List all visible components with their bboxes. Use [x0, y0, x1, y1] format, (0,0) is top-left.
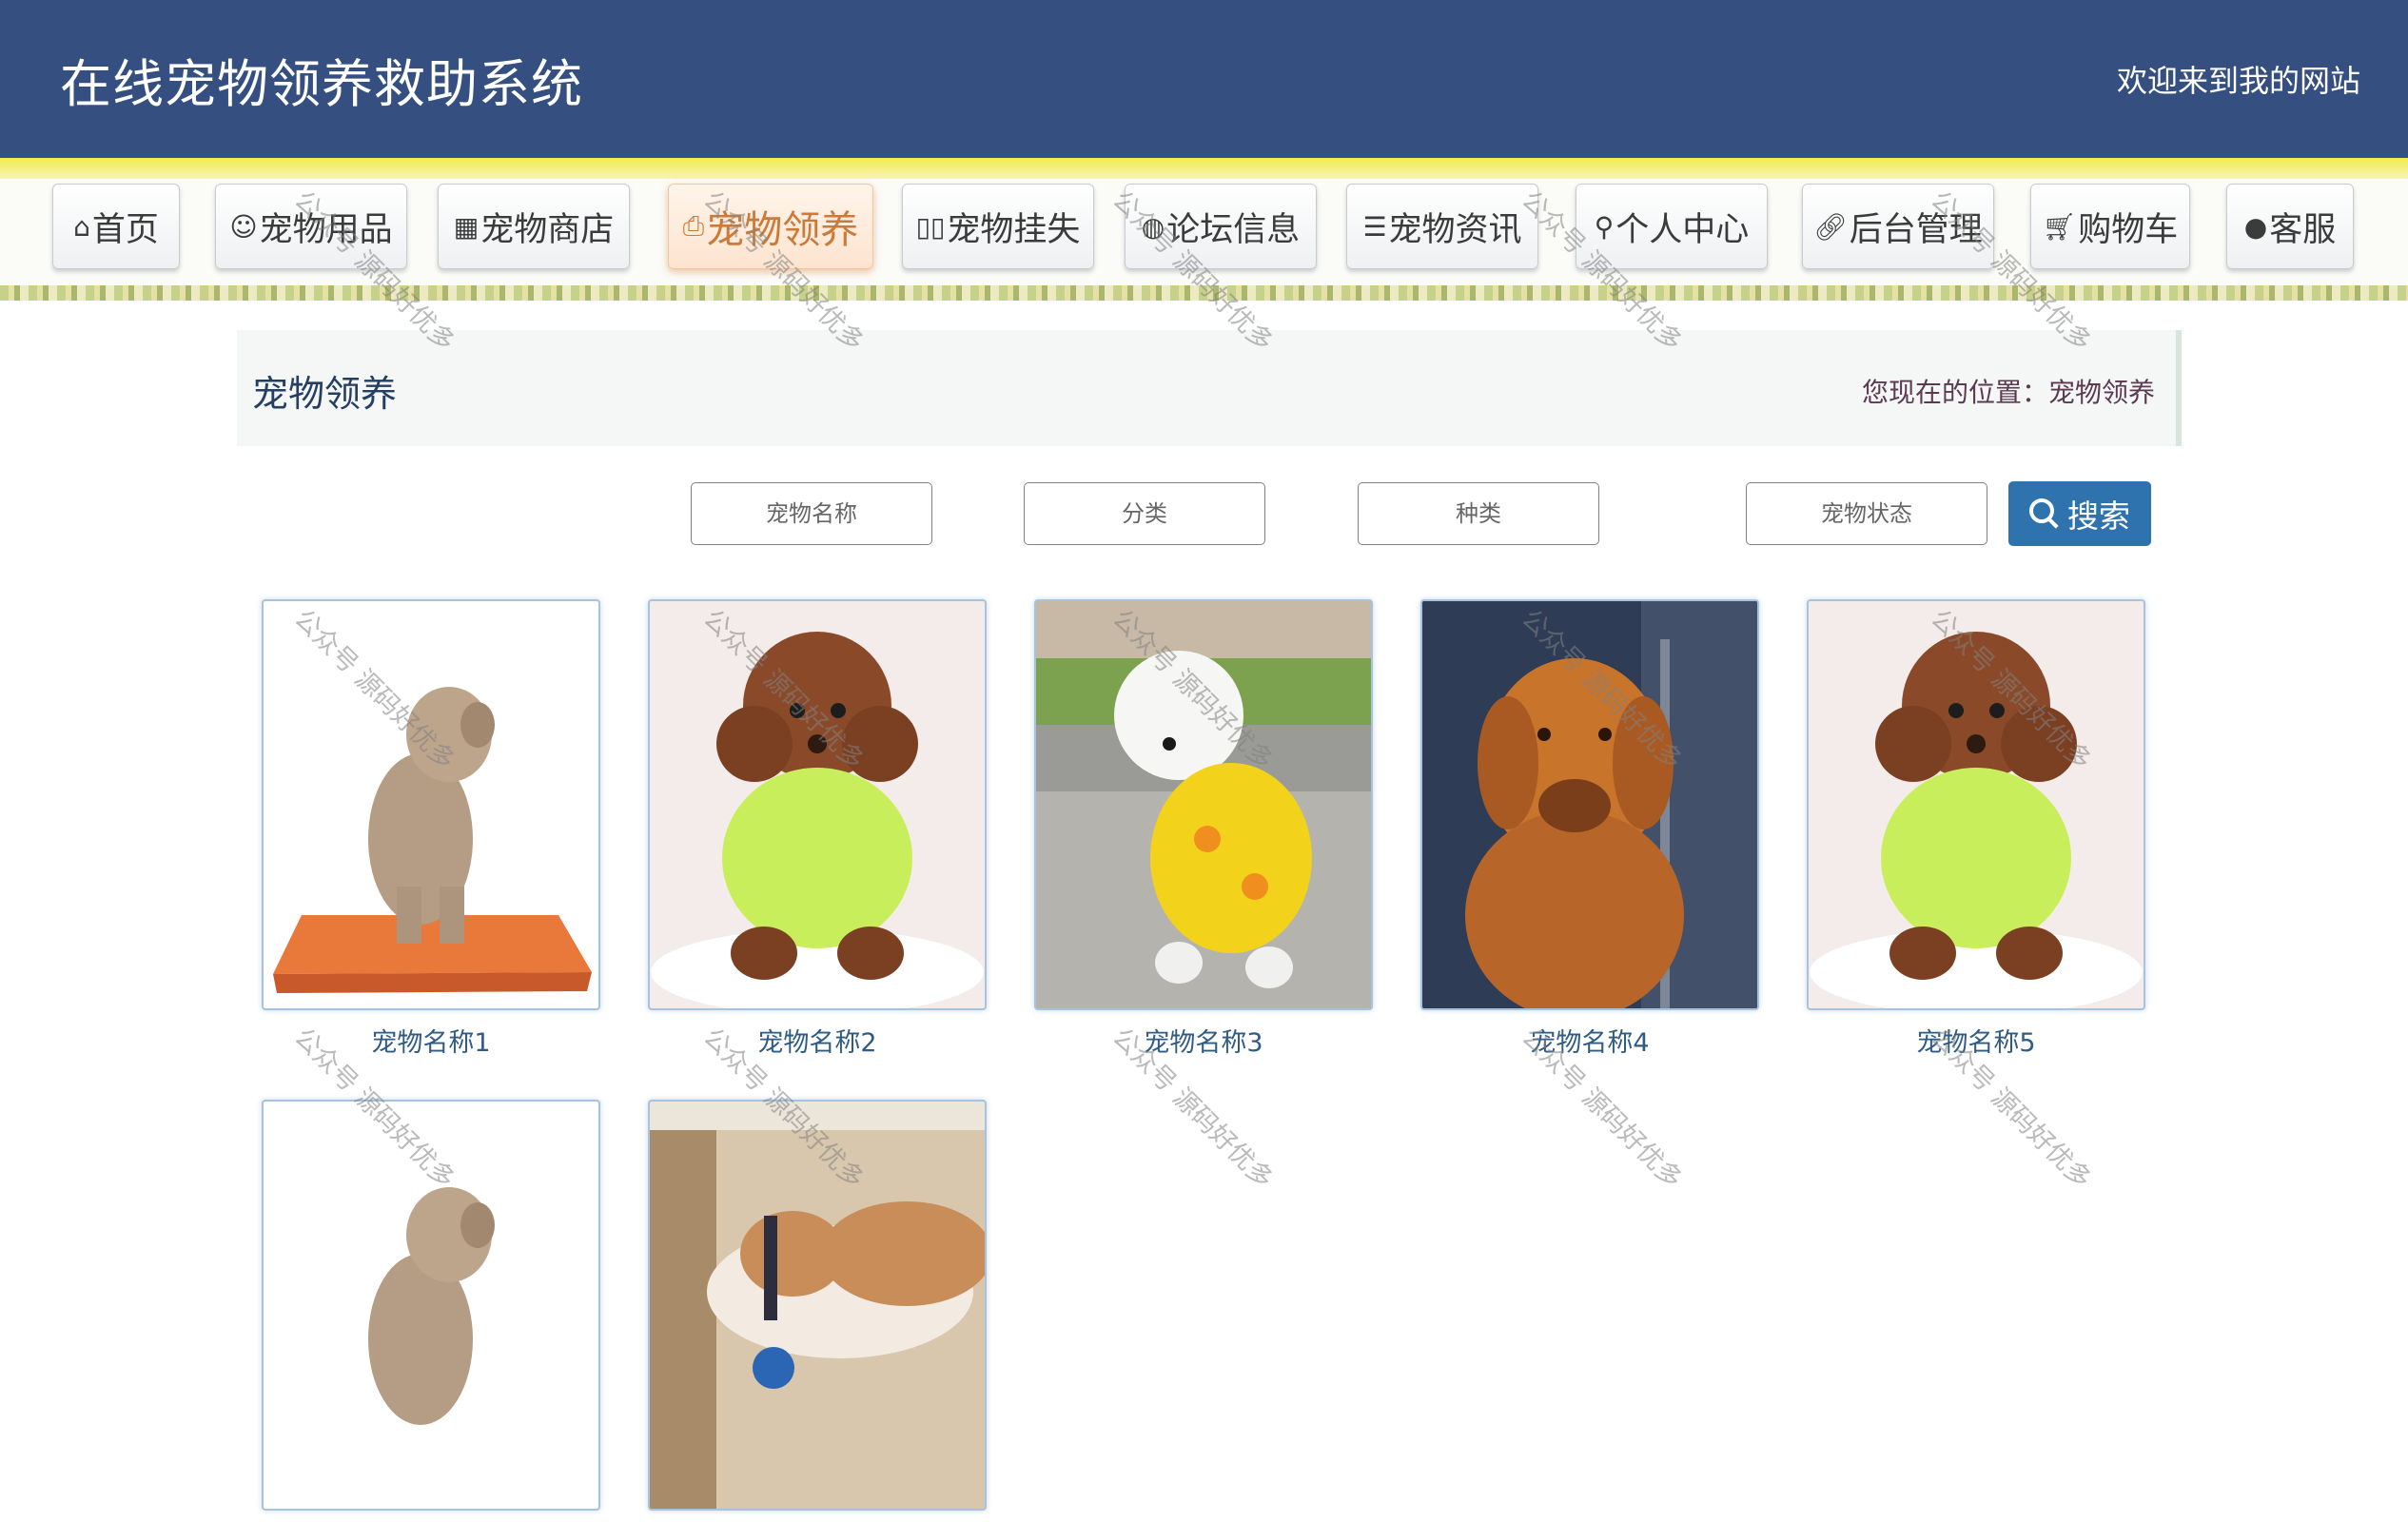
nav-label: 宠物挂失 [947, 210, 1081, 249]
pet-card[interactable]: 宠物名称4 [1420, 599, 1759, 1059]
sliders-icon: ☰ [1362, 210, 1387, 243]
nav-label: 个人中心 [1615, 210, 1750, 249]
chat-icon: ◍ [1141, 210, 1165, 243]
pet-name[interactable]: 宠物名称1 [262, 1022, 600, 1059]
pet-status-search-input[interactable] [1746, 482, 1987, 545]
smile-icon: ☺ [229, 210, 258, 243]
nav-item-pet-supplies[interactable]: ☺ 宠物用品 [215, 184, 407, 269]
site-title[interactable]: 在线宠物领养救助系统 [60, 42, 583, 117]
pet-name[interactable]: 宠物名称4 [1420, 1022, 1759, 1059]
nav-label: 宠物商店 [480, 210, 615, 249]
page-title-bar: 宠物领养 您现在的位置：宠物领养 [237, 330, 2182, 446]
breadcrumb: 您现在的位置：宠物领养 [1861, 377, 2155, 408]
header-accent-strip [0, 158, 2408, 179]
welcome-text: 欢迎来到我的网站 [2116, 63, 2360, 99]
nav-item-pet-adoption[interactable]: ⎙ 宠物领养 [668, 184, 873, 269]
search-icon [2029, 498, 2054, 523]
nav-item-cart[interactable]: 🛒︎ 购物车 [2030, 184, 2190, 269]
page-title: 宠物领养 [252, 373, 398, 415]
pet-name[interactable]: 宠物名称2 [648, 1022, 987, 1059]
nav-label: 购物车 [2078, 210, 2179, 249]
category-search-input[interactable] [1024, 482, 1265, 545]
pet-card[interactable]: 宠物名称2 [648, 599, 987, 1059]
nav-item-home[interactable]: ⌂ 首页 [52, 184, 180, 269]
nav-label: 首页 [91, 210, 159, 249]
home-icon: ⌂ [73, 210, 90, 243]
pet-photo[interactable] [1807, 599, 2145, 1010]
nav-item-customer-service[interactable]: ● 客服 [2226, 184, 2354, 269]
grid-icon: ▦ [453, 210, 480, 243]
pet-photo[interactable] [262, 599, 600, 1010]
pet-name-search-input[interactable] [691, 482, 932, 545]
pet-card[interactable] [648, 1100, 987, 1522]
pet-card[interactable]: 宠物名称5 [1807, 599, 2145, 1059]
top-header: 在线宠物领养救助系统 欢迎来到我的网站 [0, 0, 2408, 158]
pet-photo[interactable] [648, 1100, 987, 1511]
printer-icon: ⎙ [682, 210, 705, 242]
pet-photo[interactable] [648, 599, 987, 1010]
user-icon: ⚲ [1594, 210, 1615, 243]
columns-icon: ▯▯ [915, 210, 946, 243]
nav-label: 客服 [2269, 210, 2337, 249]
nav-label: 论坛信息 [1166, 210, 1301, 249]
breed-search-input[interactable] [1358, 482, 1599, 545]
pet-name[interactable]: 宠物名称3 [1034, 1022, 1373, 1059]
nav-item-lost-pets[interactable]: ▯▯ 宠物挂失 [902, 184, 1094, 269]
wechat-icon: ● [2243, 210, 2268, 243]
pet-photo[interactable] [1034, 599, 1373, 1010]
nav-label: 宠物领养 [706, 208, 859, 252]
pet-card[interactable] [262, 1100, 600, 1522]
nav-item-pet-shop[interactable]: ▦ 宠物商店 [438, 184, 630, 269]
nav-label: 后台管理 [1849, 210, 1983, 249]
search-button[interactable]: 搜索 [2008, 481, 2151, 546]
pet-card[interactable]: 宠物名称1 [262, 599, 600, 1059]
nav-item-pet-news[interactable]: ☰ 宠物资讯 [1346, 184, 1538, 269]
cart-icon: 🛒︎ [2042, 210, 2077, 243]
link-icon: 🔗︎ [1813, 210, 1848, 243]
nav-item-forum[interactable]: ◍ 论坛信息 [1125, 184, 1317, 269]
nav-item-user-center[interactable]: ⚲ 个人中心 [1576, 184, 1768, 269]
nav-label: 宠物资讯 [1388, 210, 1522, 249]
pet-photo[interactable] [1420, 599, 1759, 1010]
nav-item-admin[interactable]: 🔗︎ 后台管理 [1802, 184, 1994, 269]
pet-card[interactable]: 宠物名称3 [1034, 599, 1373, 1059]
nav-label: 宠物用品 [259, 210, 393, 249]
pet-name[interactable]: 宠物名称5 [1807, 1022, 2145, 1059]
search-button-label: 搜索 [2067, 498, 2130, 535]
grass-decoration [0, 285, 2408, 301]
pet-photo[interactable] [262, 1100, 600, 1511]
